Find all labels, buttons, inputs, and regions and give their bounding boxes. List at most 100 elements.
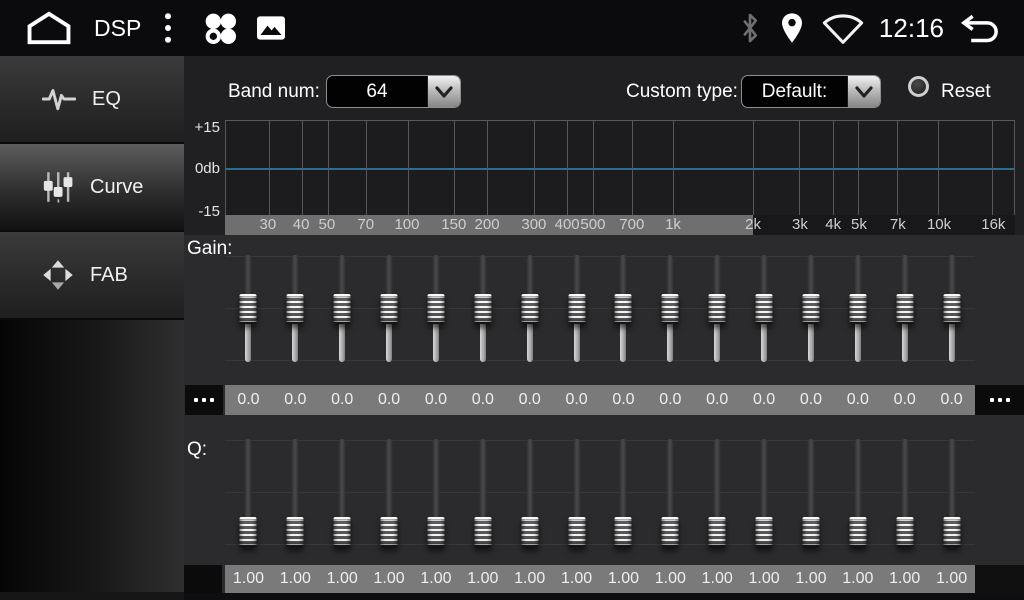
slider-knob[interactable]: [521, 294, 538, 324]
gain-more-left-button[interactable]: [185, 385, 223, 415]
sidebar-item-fab[interactable]: FAB: [0, 232, 184, 320]
q-value: 1.00: [834, 570, 881, 588]
eq-curve-line: [226, 168, 1014, 170]
q-slider[interactable]: [225, 437, 272, 549]
slider-knob[interactable]: [334, 294, 351, 324]
gain-slider[interactable]: [319, 253, 366, 365]
reset-radio[interactable]: [908, 76, 929, 97]
slider-knob[interactable]: [615, 517, 632, 547]
app-title: DSP: [94, 15, 141, 42]
slider-knob[interactable]: [334, 517, 351, 547]
gridline: [858, 121, 859, 215]
sidebar-item-label: FAB: [90, 264, 128, 287]
q-slider[interactable]: [881, 437, 928, 549]
dsp-app-screen: DSP 12:16: [0, 0, 1024, 600]
chevron-down-icon[interactable]: [427, 76, 460, 107]
q-slider[interactable]: [459, 437, 506, 549]
slider-knob[interactable]: [709, 294, 726, 324]
slider-knob[interactable]: [240, 517, 257, 547]
slider-knob[interactable]: [615, 294, 632, 324]
q-slider[interactable]: [647, 437, 694, 549]
band-num-dropdown[interactable]: 64: [326, 75, 461, 108]
slider-knob[interactable]: [381, 294, 398, 324]
slider-knob[interactable]: [381, 517, 398, 547]
q-slider[interactable]: [788, 437, 835, 549]
slider-knob[interactable]: [474, 517, 491, 547]
q-value-row: 1.001.001.001.001.001.001.001.001.001.00…: [225, 565, 975, 593]
slider-knob[interactable]: [287, 517, 304, 547]
slider-knob[interactable]: [943, 294, 960, 324]
q-slider[interactable]: [834, 437, 881, 549]
eq-plot[interactable]: [225, 120, 1015, 215]
slider-knob[interactable]: [427, 517, 444, 547]
gain-value: 0.0: [413, 391, 460, 409]
slider-knob[interactable]: [849, 517, 866, 547]
slider-knob[interactable]: [521, 517, 538, 547]
custom-type-dropdown[interactable]: Default:: [741, 75, 881, 108]
gain-slider[interactable]: [366, 253, 413, 365]
gain-more-right-button[interactable]: [975, 385, 1024, 415]
q-slider[interactable]: [600, 437, 647, 549]
slider-knob[interactable]: [662, 294, 679, 324]
gain-slider[interactable]: [741, 253, 788, 365]
gallery-icon[interactable]: [257, 16, 285, 40]
q-value: 1.00: [600, 570, 647, 588]
sidebar-item-eq[interactable]: EQ: [0, 56, 184, 144]
gain-slider[interactable]: [553, 253, 600, 365]
gain-slider[interactable]: [647, 253, 694, 365]
slider-knob[interactable]: [849, 294, 866, 324]
y-axis-label-min: -15: [184, 203, 220, 220]
slider-knob[interactable]: [240, 294, 257, 324]
q-slider[interactable]: [506, 437, 553, 549]
q-slider[interactable]: [928, 437, 975, 549]
gain-slider[interactable]: [459, 253, 506, 365]
q-slider[interactable]: [319, 437, 366, 549]
gain-slider[interactable]: [506, 253, 553, 365]
slider-knob[interactable]: [943, 517, 960, 547]
gain-slider[interactable]: [413, 253, 460, 365]
gridline: [302, 121, 303, 215]
slider-knob[interactable]: [287, 294, 304, 324]
gridline: [992, 121, 993, 215]
slider-knob[interactable]: [568, 517, 585, 547]
chevron-down-icon[interactable]: [847, 76, 880, 107]
gain-slider-strip: [225, 253, 975, 365]
slider-knob[interactable]: [802, 517, 819, 547]
gain-slider[interactable]: [272, 253, 319, 365]
gain-slider[interactable]: [225, 253, 272, 365]
gain-slider[interactable]: [694, 253, 741, 365]
freq-tick-label: 300: [521, 216, 546, 233]
gain-slider[interactable]: [788, 253, 835, 365]
gain-slider[interactable]: [600, 253, 647, 365]
slider-knob[interactable]: [709, 517, 726, 547]
gain-slider[interactable]: [928, 253, 975, 365]
slider-knob[interactable]: [568, 294, 585, 324]
slider-knob[interactable]: [802, 294, 819, 324]
slider-knob[interactable]: [427, 294, 444, 324]
back-icon[interactable]: [958, 11, 1002, 45]
bottom-edge-bar: [184, 593, 1024, 600]
q-slider[interactable]: [366, 437, 413, 549]
slider-knob[interactable]: [756, 517, 773, 547]
kebab-menu-icon[interactable]: [161, 11, 175, 45]
q-slider[interactable]: [741, 437, 788, 549]
gain-slider[interactable]: [834, 253, 881, 365]
slider-knob[interactable]: [896, 517, 913, 547]
q-slider[interactable]: [413, 437, 460, 549]
slider-knob[interactable]: [662, 517, 679, 547]
bluetooth-icon: [739, 12, 761, 44]
apps-clover-icon[interactable]: [199, 8, 241, 48]
freq-tick-label: 50: [319, 216, 336, 233]
gridline: [328, 121, 329, 215]
sidebar-item-curve[interactable]: Curve: [0, 144, 184, 232]
slider-knob[interactable]: [756, 294, 773, 324]
gain-slider[interactable]: [881, 253, 928, 365]
q-slider[interactable]: [694, 437, 741, 549]
slider-knob[interactable]: [474, 294, 491, 324]
slider-knob[interactable]: [896, 294, 913, 324]
home-icon[interactable]: [26, 10, 72, 46]
gridline: [753, 121, 754, 215]
freq-tick-label: 400: [555, 216, 580, 233]
q-slider[interactable]: [272, 437, 319, 549]
q-slider[interactable]: [553, 437, 600, 549]
